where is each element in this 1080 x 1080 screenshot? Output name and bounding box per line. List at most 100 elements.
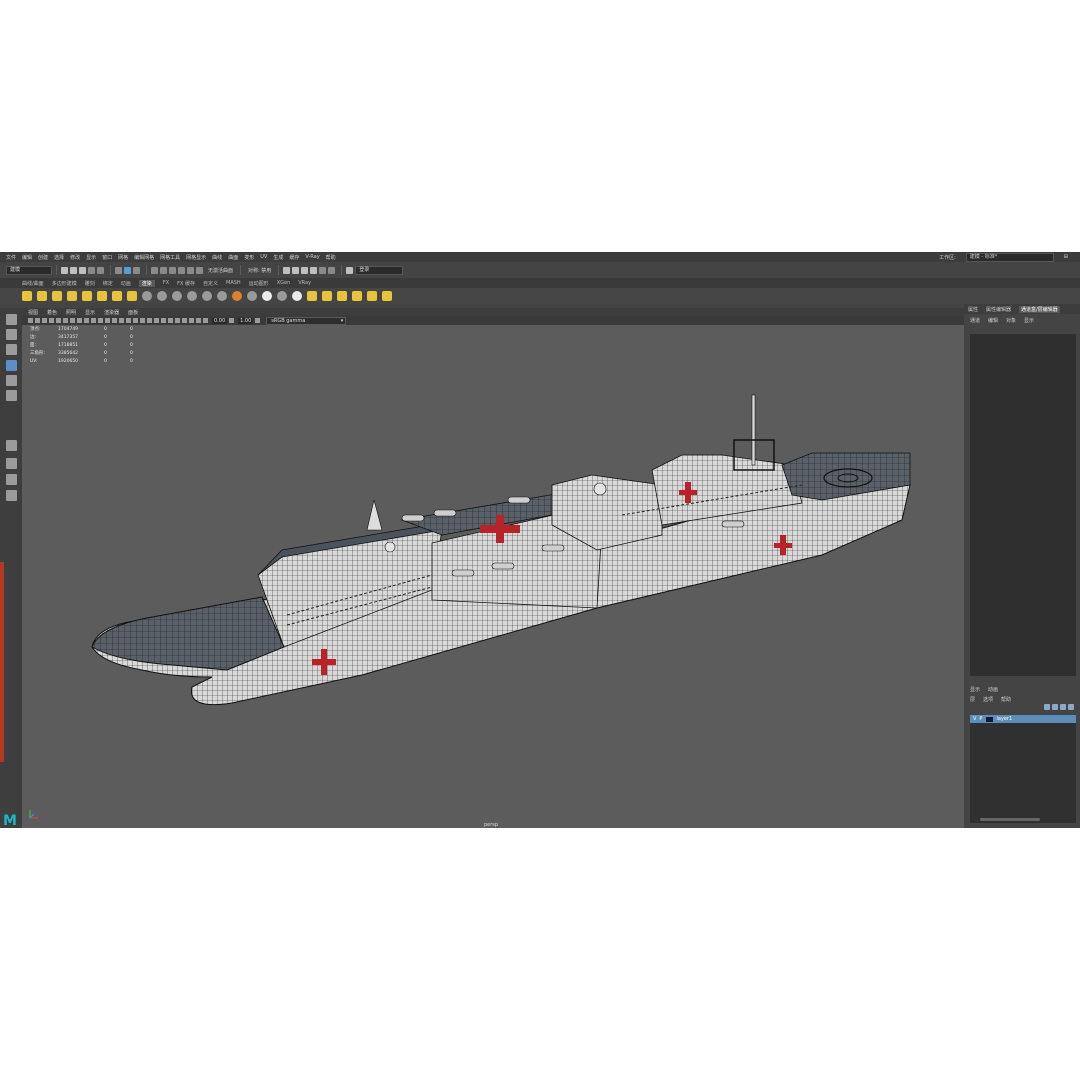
batch-render-icon[interactable]	[322, 291, 332, 301]
menu-edit[interactable]: 编辑	[22, 254, 32, 261]
hospital-ship-model[interactable]	[22, 325, 964, 828]
menu-cache[interactable]: 缓存	[289, 254, 299, 261]
render-view-icon[interactable]	[307, 291, 317, 301]
light-editor-icon[interactable]	[328, 266, 336, 274]
select-hierarchy-icon[interactable]	[115, 266, 122, 274]
surface-shader-icon[interactable]	[187, 291, 197, 301]
film-gate-icon[interactable]	[63, 318, 68, 323]
render-frame-icon[interactable]	[283, 266, 291, 274]
shelf-tab-curves[interactable]: 曲线/曲面	[22, 280, 44, 287]
snap-grid-icon[interactable]	[151, 266, 158, 274]
ramp-shader-icon[interactable]	[217, 291, 227, 301]
panel-menu-show[interactable]: 显示	[85, 309, 95, 316]
color-space-dropdown[interactable]: sRGB gamma ▾	[266, 316, 347, 325]
channel-menu-show[interactable]: 显示	[1024, 317, 1034, 324]
user-icon[interactable]	[346, 266, 354, 274]
field-chart-icon[interactable]	[84, 318, 89, 323]
select-component-icon[interactable]	[133, 266, 140, 274]
hypershade-icon[interactable]	[310, 266, 318, 274]
redo-icon[interactable]	[97, 266, 104, 274]
menu-help[interactable]: 帮助	[326, 254, 336, 261]
panel-menu-view[interactable]: 视图	[28, 309, 38, 316]
move-layer-down-icon[interactable]	[1052, 704, 1058, 710]
horizontal-scrollbar[interactable]	[980, 818, 1040, 821]
select-tool-icon[interactable]	[6, 314, 17, 325]
safe-title-icon[interactable]	[98, 318, 103, 323]
channel-box-area[interactable]	[970, 334, 1076, 676]
shelf-tab-animation[interactable]: 动画	[121, 280, 131, 287]
shelf-tab-xgen[interactable]: XGen	[277, 280, 291, 286]
blinn-material-icon[interactable]	[142, 291, 152, 301]
save-scene-icon[interactable]	[79, 266, 86, 274]
xray-joints-icon[interactable]	[189, 318, 194, 323]
tab-attribute-editor[interactable]: 属性编辑器	[986, 306, 1011, 313]
menu-windows[interactable]: 窗口	[102, 254, 112, 261]
layer-menu-options[interactable]: 选项	[983, 696, 993, 703]
directional-light-icon[interactable]	[22, 291, 32, 301]
shelf-tab-poly[interactable]: 多边形建模	[52, 280, 77, 287]
volume-light-icon[interactable]	[82, 291, 92, 301]
smooth-shade-icon[interactable]	[112, 318, 117, 323]
depth-of-field-icon[interactable]	[168, 318, 173, 323]
menu-edit-mesh[interactable]: 编辑网格	[134, 254, 154, 261]
color-management-icon[interactable]	[255, 318, 261, 323]
exposure-field[interactable]: 0.00	[212, 317, 228, 324]
expand-icon[interactable]: ⊞	[1064, 254, 1068, 260]
phong-material-icon[interactable]	[172, 291, 182, 301]
camera-select-icon[interactable]	[28, 318, 33, 323]
panel-menu-panels[interactable]: 面板	[128, 309, 138, 316]
menu-uv[interactable]: UV	[260, 254, 267, 260]
channel-menu-edit[interactable]: 编辑	[988, 317, 998, 324]
open-scene-icon[interactable]	[70, 266, 77, 274]
layer-color-swatch[interactable]	[986, 716, 994, 722]
login-dropdown[interactable]: 登录	[355, 265, 404, 275]
live-surface-label[interactable]: 无激活曲面	[208, 267, 233, 274]
paint-select-icon[interactable]	[6, 344, 17, 355]
snap-vertex-icon[interactable]	[196, 266, 203, 274]
symmetry-label[interactable]: 对称: 禁用	[248, 267, 271, 274]
xray-icon[interactable]	[182, 318, 187, 323]
ipr-icon[interactable]	[352, 291, 362, 301]
shadows-icon[interactable]	[140, 318, 145, 323]
layer-playback-toggle[interactable]: P	[979, 716, 982, 722]
shelf-tab-sculpt[interactable]: 雕刻	[85, 280, 95, 287]
point-light-icon[interactable]	[37, 291, 47, 301]
move-layer-up-icon[interactable]	[1044, 704, 1050, 710]
grid-icon[interactable]	[56, 318, 61, 323]
shelf-tab-rendering[interactable]: 渲染	[138, 279, 155, 287]
shelf-tab-fx-cache[interactable]: FX 缓存	[177, 280, 195, 287]
camera-icon[interactable]	[112, 291, 122, 301]
lambert-material-icon[interactable]	[157, 291, 167, 301]
snap-point-icon[interactable]	[169, 266, 176, 274]
workspace-dropdown[interactable]: 建模 - 标准*	[965, 252, 1054, 262]
menu-deform[interactable]: 变形	[244, 254, 254, 261]
snapshot-icon[interactable]	[367, 291, 377, 301]
scale-tool-icon[interactable]	[6, 390, 17, 401]
shelf-tab-mash[interactable]: MASH	[226, 280, 241, 286]
undo-icon[interactable]	[88, 266, 95, 274]
textured-icon[interactable]	[126, 318, 131, 323]
menu-mesh-display[interactable]: 网格显示	[186, 254, 206, 261]
wireframe-on-shaded-icon[interactable]	[119, 318, 124, 323]
ipr-render-icon[interactable]	[292, 266, 300, 274]
gamma-field[interactable]: 1.00	[238, 317, 254, 324]
use-lights-icon[interactable]	[133, 318, 138, 323]
menu-create[interactable]: 创建	[38, 254, 48, 261]
panel-menu-lighting[interactable]: 照明	[66, 309, 76, 316]
menu-select[interactable]: 选择	[54, 254, 64, 261]
menu-mesh[interactable]: 网格	[118, 254, 128, 261]
anti-aliasing-icon[interactable]	[161, 318, 166, 323]
motion-blur-icon[interactable]	[154, 318, 159, 323]
gate-mask-icon[interactable]	[77, 318, 82, 323]
render-settings-icon[interactable]	[301, 266, 309, 274]
bookmark-icon[interactable]	[42, 318, 47, 323]
four-view-icon[interactable]	[6, 458, 17, 469]
layer-menu-help[interactable]: 帮助	[1001, 696, 1011, 703]
exposure-icon[interactable]	[203, 318, 208, 323]
single-view-icon[interactable]	[6, 440, 17, 451]
render-preview-icon[interactable]	[232, 291, 242, 301]
tab-channel-box[interactable]: 通道盒/层编辑器	[1019, 305, 1060, 313]
layer-menu-layers[interactable]: 层	[970, 696, 975, 703]
shelf-tab-rigging[interactable]: 绑定	[103, 280, 113, 287]
toon-shader-icon[interactable]	[292, 291, 302, 301]
